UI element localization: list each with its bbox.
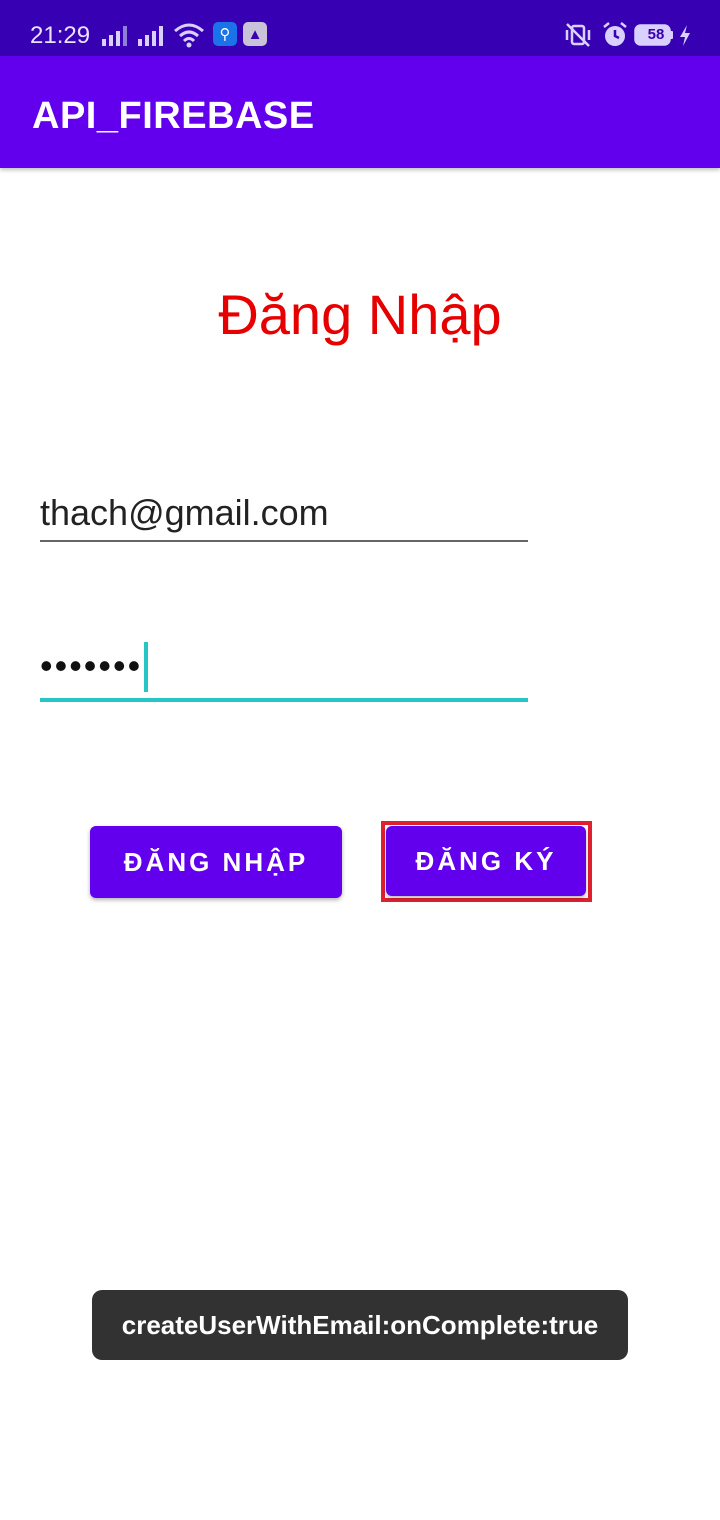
alarm-icon [603, 22, 627, 46]
password-input-value: ••••••• [40, 645, 143, 686]
email-field[interactable]: thach@gmail.com [40, 488, 528, 542]
screen-title: Đăng Nhập [218, 283, 502, 346]
text-cursor [144, 642, 149, 692]
app-title: API_FIREBASE [32, 95, 315, 137]
usb-icon: ⚲ [213, 22, 237, 46]
app-bar: API_FIREBASE [0, 56, 720, 168]
password-field[interactable]: ••••••• [40, 638, 528, 702]
status-bar: 21:29 ⚲ ▲ 58 [0, 0, 720, 56]
battery-level: 58 [647, 26, 665, 43]
toast-message: createUserWithEmail:onComplete:true [92, 1290, 628, 1360]
vibrate-off-icon [565, 23, 591, 47]
status-time: 21:29 [30, 22, 91, 49]
signal-icon [138, 26, 163, 46]
register-button[interactable]: ĐĂNG KÝ [386, 826, 586, 896]
charging-icon [680, 25, 690, 46]
wifi-icon [174, 23, 204, 48]
app-icon: ▲ [243, 22, 267, 46]
signal-icon [102, 26, 127, 46]
email-input-value: thach@gmail.com [40, 492, 329, 533]
login-button[interactable]: ĐĂNG NHẬP [90, 826, 342, 898]
